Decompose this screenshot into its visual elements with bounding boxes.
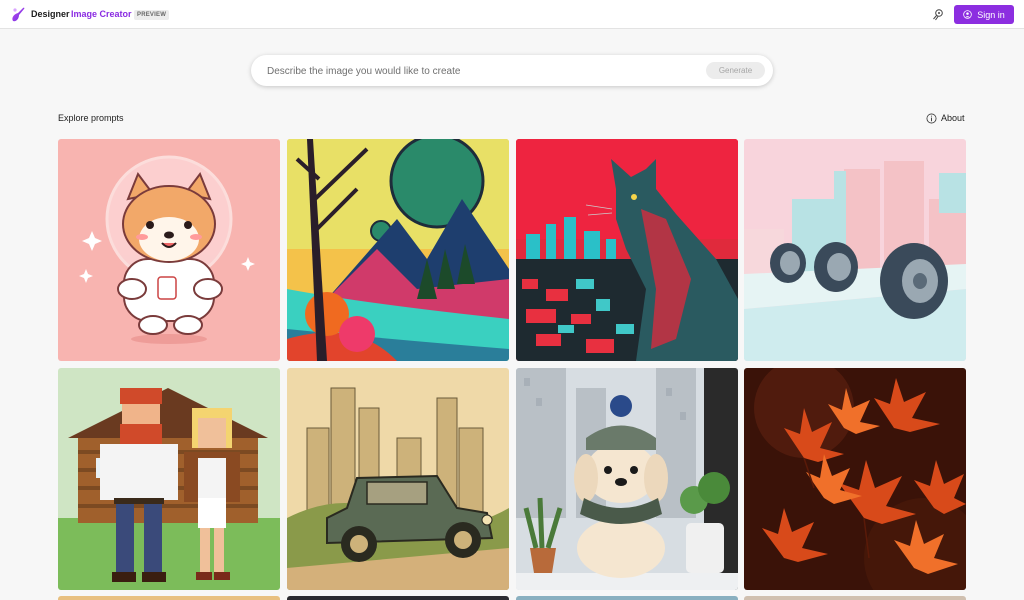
gallery-image-crochet-dog-window[interactable] xyxy=(516,368,738,590)
gallery-image-tires-city[interactable] xyxy=(744,139,966,361)
gallery-image-vintage-car-city[interactable] xyxy=(287,368,509,590)
gallery-image-row3-3[interactable] xyxy=(516,596,738,600)
top-bar: Designer Image Creator PREVIEW Sign in xyxy=(0,0,1024,29)
sign-in-label: Sign in xyxy=(977,9,1005,20)
rewards-icon[interactable] xyxy=(931,8,945,22)
preview-badge: PREVIEW xyxy=(134,10,170,20)
gallery-image-autumn-maple-leaves[interactable] xyxy=(744,368,966,590)
prompt-input[interactable] xyxy=(265,61,699,82)
gallery-image-shiba-astronaut[interactable] xyxy=(58,139,280,361)
user-circle-icon xyxy=(963,10,973,19)
product-name[interactable]: Image Creator xyxy=(71,9,132,19)
generate-button[interactable]: Generate xyxy=(706,62,765,79)
about-label: About xyxy=(941,113,965,123)
gallery-image-row3-1[interactable] xyxy=(58,596,280,600)
info-icon xyxy=(926,113,937,123)
gallery-image-row3-4[interactable] xyxy=(744,596,966,600)
prompt-search-box: Generate xyxy=(251,55,773,86)
brand-name[interactable]: Designer xyxy=(31,9,70,19)
about-link[interactable]: About xyxy=(926,112,965,124)
designer-logo-icon[interactable] xyxy=(10,6,26,23)
sign-in-button[interactable]: Sign in xyxy=(954,5,1014,24)
gallery-image-row3-2[interactable] xyxy=(287,596,509,600)
explore-prompts-heading: Explore prompts xyxy=(58,113,124,123)
gallery-image-pixel-couple-cabin[interactable] xyxy=(58,368,280,590)
gallery-image-cat-cityscape[interactable] xyxy=(516,139,738,361)
gallery-image-psychedelic-landscape[interactable] xyxy=(287,139,509,361)
